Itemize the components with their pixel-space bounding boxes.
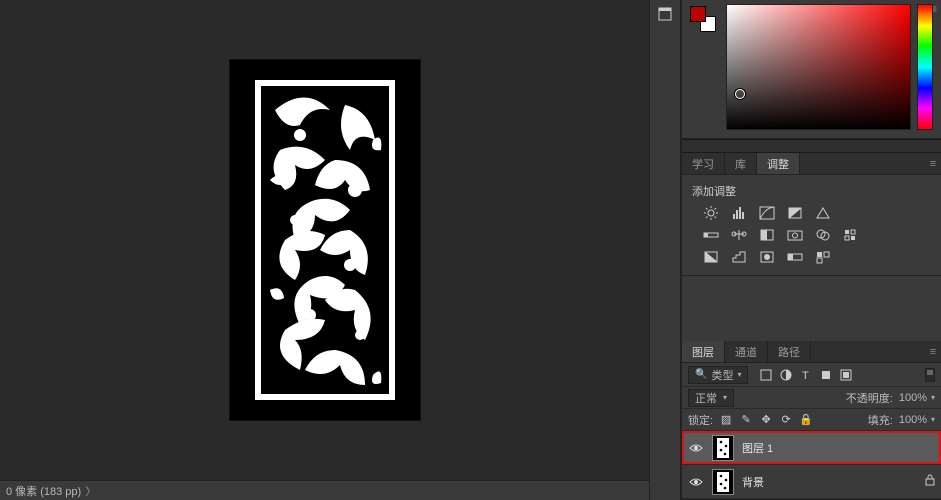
adjustments-tabs: 学习 库 调整 ≡ [682,153,941,175]
gradient-map-icon[interactable] [786,249,804,265]
layer-thumbnail[interactable] [712,435,734,461]
lock-fill-row: 锁定: ▨ ✎ ✥ ⟳ 🔒 填充: 100% ▾ [682,409,941,431]
blend-opacity-row: 正常 ▾ 不透明度: 100% ▾ [682,387,941,409]
opacity-label: 不透明度: [846,390,893,406]
filter-adjust-icon[interactable] [780,369,792,381]
layer-kind-label: 类型 [711,367,733,383]
artboard [255,80,395,400]
layers-panel: 图层 通道 路径 ≡ 🔍 类型 ▾ T [682,341,941,500]
vibrance-icon[interactable] [814,205,832,221]
layers-tabs: 图层 通道 路径 ≡ [682,341,941,363]
lock-all-icon[interactable]: 🔒 [799,413,813,426]
lock-artboard-icon[interactable]: ⟳ [779,413,793,426]
black-white-icon[interactable] [758,227,776,243]
brightness-icon[interactable] [702,205,720,221]
foreground-color-swatch[interactable] [690,6,706,22]
status-chevron-icon[interactable]: 〉 [85,483,96,499]
levels-icon[interactable] [730,205,748,221]
adjustments-row-2 [702,227,931,243]
foreground-background-swatch[interactable] [690,6,716,32]
panel-spacer [682,276,941,341]
layer-kind-filter[interactable]: 🔍 类型 ▾ [688,366,748,384]
lock-pixels-icon[interactable]: ✎ [739,413,753,426]
artboard-background [230,60,420,420]
color-field[interactable] [726,4,911,130]
status-zoom-text: 0 像素 (183 pp) [6,483,81,499]
layer-name[interactable]: 背景 [742,474,764,490]
color-balance-icon[interactable] [730,227,748,243]
posterize-icon[interactable] [730,249,748,265]
lock-icon [925,474,935,489]
visibility-toggle-icon[interactable] [688,474,704,490]
layer-thumbnail[interactable] [712,469,734,495]
svg-text:T: T [802,370,809,381]
tab-channels[interactable]: 通道 [725,341,768,362]
lock-position-icon[interactable]: ✥ [759,413,773,426]
search-icon: 🔍 [695,369,707,380]
lock-transparency-icon[interactable]: ▨ [719,413,733,426]
status-bar: 0 像素 (183 pp) 〉 [0,480,649,500]
tab-learn[interactable]: 学习 [682,153,725,174]
fill-value-field[interactable]: 100% ▾ [899,414,935,426]
filter-shape-icon[interactable] [820,369,832,381]
panel-gap [682,139,941,153]
hue-slider[interactable] [917,4,933,130]
channel-mixer-icon[interactable] [814,227,832,243]
opacity-value: 100% [899,392,927,404]
threshold-icon[interactable] [758,249,776,265]
photo-filter-icon[interactable] [786,227,804,243]
chevron-down-icon: ▾ [931,393,935,402]
color-panel: ≡ [682,0,941,139]
filter-pixel-icon[interactable] [760,369,772,381]
color-lookup-icon[interactable] [842,227,860,243]
filter-toggle[interactable] [925,368,935,382]
layer-list: 图层 1 背景 [682,431,941,499]
exposure-icon[interactable] [786,205,804,221]
blend-mode-dropdown[interactable]: 正常 ▾ [688,389,734,407]
color-field-cursor[interactable] [735,89,745,99]
canvas-stage[interactable] [0,0,649,480]
fill-label: 填充: [868,412,893,428]
layer-row[interactable]: 背景 [682,465,941,499]
filter-smart-icon[interactable] [840,369,852,381]
selective-color-icon[interactable] [814,249,832,265]
chevron-down-icon: ▾ [931,415,935,424]
tab-paths[interactable]: 路径 [768,341,811,362]
layer-name[interactable]: 图层 1 [742,440,773,456]
chevron-down-icon: ▾ [723,393,727,402]
tab-layers[interactable]: 图层 [682,341,725,362]
collapsed-panel-icon[interactable] [653,2,677,26]
fill-value: 100% [899,414,927,426]
artwork-floral-pattern [255,80,395,400]
adjustments-panel: 学习 库 调整 ≡ 添加调整 [682,153,941,276]
layer-filter-bar: 🔍 类型 ▾ T [682,363,941,387]
invert-icon[interactable] [702,249,720,265]
tab-adjustments[interactable]: 调整 [757,153,800,174]
add-adjustment-label: 添加调整 [692,183,931,199]
adjustments-row-3 [702,249,931,265]
lock-label: 锁定: [688,412,713,428]
layer-row[interactable]: 图层 1 [682,431,941,465]
tab-library[interactable]: 库 [725,153,757,174]
panel-menu-icon[interactable]: ≡ [925,341,941,362]
chevron-down-icon: ▾ [737,370,741,379]
adjustments-row-1 [702,205,931,221]
hue-sat-icon[interactable] [702,227,720,243]
blend-mode-value: 正常 [695,390,717,406]
filter-type-icon[interactable]: T [800,369,812,381]
panel-menu-icon[interactable]: ≡ [925,153,941,174]
opacity-value-field[interactable]: 100% ▾ [899,392,935,404]
visibility-toggle-icon[interactable] [688,440,704,456]
panel-dock-strip [649,0,681,500]
curves-icon[interactable] [758,205,776,221]
right-panels: ≡ 学习 库 调整 ≡ 添加调整 [681,0,941,500]
canvas-area: 0 像素 (183 pp) 〉 [0,0,649,500]
